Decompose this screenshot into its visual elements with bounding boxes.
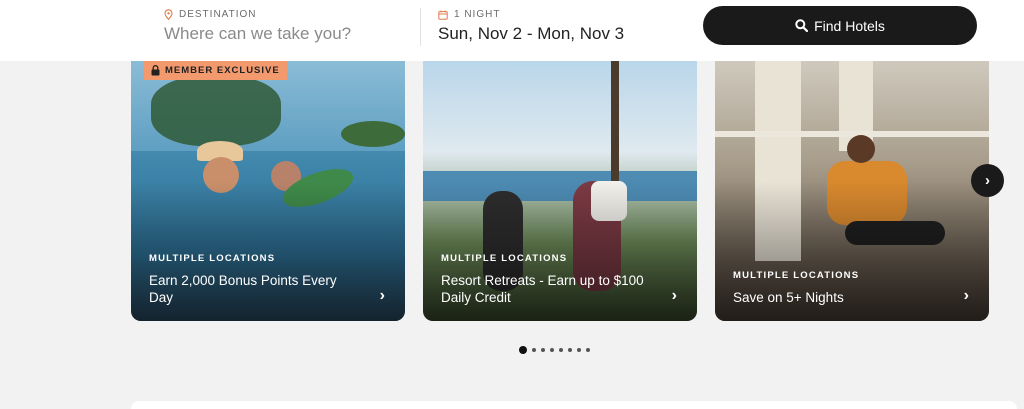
destination-input[interactable]: Where can we take you?: [164, 24, 351, 44]
dates-field[interactable]: 1 NIGHT Sun, Nov 2 - Mon, Nov 3: [438, 9, 624, 44]
carousel-dot[interactable]: [586, 348, 590, 352]
card-title[interactable]: Resort Retreats - Earn up to $100 Daily …: [441, 272, 651, 306]
card-location: MULTIPLE LOCATIONS: [149, 253, 276, 264]
destination-field[interactable]: DESTINATION Where can we take you?: [164, 9, 351, 44]
search-icon: [795, 19, 809, 32]
nights-label: 1 NIGHT: [454, 9, 501, 20]
chevron-right-icon[interactable]: ›: [964, 287, 969, 305]
calendar-icon: [438, 10, 448, 20]
card-location: MULTIPLE LOCATIONS: [441, 253, 568, 264]
carousel-dot[interactable]: [541, 348, 545, 352]
carousel-pagination: [519, 346, 590, 354]
lock-icon: [151, 65, 160, 76]
member-exclusive-badge: MEMBER EXCLUSIVE: [144, 61, 287, 80]
chevron-right-icon[interactable]: ›: [380, 287, 385, 305]
find-hotels-button[interactable]: Find Hotels: [703, 6, 977, 45]
offer-card[interactable]: MULTIPLE LOCATIONS Earn 2,000 Bonus Poin…: [131, 61, 405, 321]
carousel-dot[interactable]: [559, 348, 563, 352]
card-title[interactable]: Earn 2,000 Bonus Points Every Day: [149, 272, 359, 306]
map-pin-icon: [164, 9, 173, 20]
next-section-card: [131, 401, 1017, 409]
carousel-dot[interactable]: [577, 348, 581, 352]
carousel-next-button[interactable]: ›: [971, 164, 1004, 197]
find-hotels-label[interactable]: Find Hotels: [814, 18, 885, 34]
carousel-dot[interactable]: [550, 348, 554, 352]
chevron-right-icon: ›: [985, 172, 990, 189]
dates-value[interactable]: Sun, Nov 2 - Mon, Nov 3: [438, 24, 624, 44]
search-bar: DESTINATION Where can we take you? 1 NIG…: [0, 0, 1024, 61]
carousel-dot[interactable]: [532, 348, 536, 352]
chevron-right-icon[interactable]: ›: [672, 287, 677, 305]
card-location: MULTIPLE LOCATIONS: [733, 270, 860, 281]
offer-card[interactable]: MULTIPLE LOCATIONS Save on 5+ Nights ›: [715, 61, 989, 321]
offer-card[interactable]: MULTIPLE LOCATIONS Resort Retreats - Ear…: [423, 61, 697, 321]
field-divider: [420, 8, 421, 46]
card-title[interactable]: Save on 5+ Nights: [733, 289, 943, 306]
badge-label: MEMBER EXCLUSIVE: [165, 65, 280, 76]
carousel-dot[interactable]: [568, 348, 572, 352]
carousel-dot[interactable]: [519, 346, 527, 354]
destination-label: DESTINATION: [179, 9, 257, 20]
